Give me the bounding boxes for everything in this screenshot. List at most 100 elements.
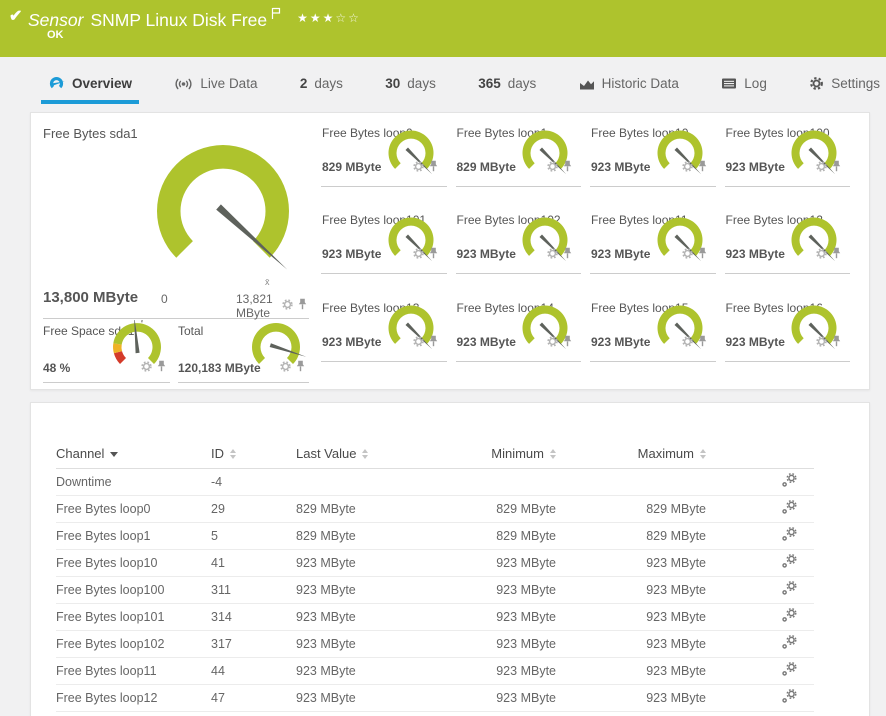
cell-last-value: 829 MByte	[296, 502, 461, 516]
table-row[interactable]: Free Bytes loop0 29 829 MByte 829 MByte …	[56, 496, 814, 523]
table-row[interactable]: Free Bytes loop11 44 923 MByte 923 MByte…	[56, 658, 814, 685]
tab-historic-data[interactable]: Historic Data	[579, 57, 679, 110]
cell-id: 311	[211, 583, 296, 597]
channel-value: 923 MByte	[322, 247, 381, 261]
stars-empty: ☆☆	[335, 11, 361, 25]
cell-last-value: 923 MByte	[296, 691, 461, 705]
cell-minimum: 923 MByte	[461, 610, 556, 624]
pin-icon[interactable]	[563, 246, 572, 264]
tab-log[interactable]: Log	[721, 57, 767, 110]
tab-30-days[interactable]: 30 days	[385, 57, 436, 110]
prtg-sensor-page: ✔ SensorSNMP Linux Disk Free★★★☆☆ OK Ove…	[0, 0, 886, 716]
cell-channel: Free Bytes loop0	[56, 502, 211, 516]
gear-icon[interactable]	[141, 359, 152, 377]
tab-overview[interactable]: Overview	[48, 57, 132, 110]
pin-icon[interactable]	[698, 159, 707, 177]
column-header-last-value[interactable]: Last Value	[296, 446, 461, 461]
tab-365-days[interactable]: 365 days	[478, 57, 536, 110]
channel-settings-icon[interactable]	[781, 608, 798, 626]
pin-icon[interactable]	[296, 359, 305, 377]
channel-settings-icon[interactable]	[781, 689, 798, 707]
pin-icon[interactable]	[832, 246, 841, 264]
cell-maximum: 923 MByte	[556, 637, 706, 651]
column-header-maximum[interactable]: Maximum	[556, 446, 706, 461]
cell-maximum: 923 MByte	[556, 691, 706, 705]
table-row[interactable]: Free Bytes loop101 314 923 MByte 923 MBy…	[56, 604, 814, 631]
channel-settings-icon[interactable]	[781, 473, 798, 491]
gauge-icon	[48, 75, 65, 92]
gear-icon[interactable]	[682, 334, 693, 352]
pin-icon[interactable]	[429, 159, 438, 177]
cell-channel: Free Bytes loop100	[56, 583, 211, 597]
pin-icon[interactable]	[563, 334, 572, 352]
pin-icon[interactable]	[698, 246, 707, 264]
cell-maximum: 923 MByte	[556, 583, 706, 597]
column-header-id[interactable]: ID	[211, 446, 296, 461]
cell-channel: Free Bytes loop101	[56, 610, 211, 624]
sensor-header: ✔ SensorSNMP Linux Disk Free★★★☆☆ OK	[0, 0, 886, 57]
gear-icon[interactable]	[816, 159, 827, 177]
table-row[interactable]: Free Bytes loop100 311 923 MByte 923 MBy…	[56, 577, 814, 604]
priority-stars[interactable]: ★★★☆☆	[297, 11, 361, 25]
pin-icon[interactable]	[429, 334, 438, 352]
gear-icon[interactable]	[816, 334, 827, 352]
gear-icon[interactable]	[547, 246, 558, 264]
historic-chart-icon	[579, 77, 595, 91]
table-row[interactable]: Free Bytes loop102 317 923 MByte 923 MBy…	[56, 631, 814, 658]
cell-id: 41	[211, 556, 296, 570]
gear-icon[interactable]	[280, 359, 291, 377]
small-gauge-cell: Free Bytes loop12 923 MByte	[725, 208, 851, 274]
tab-2-days[interactable]: 2 days	[300, 57, 343, 110]
gear-icon[interactable]	[413, 334, 424, 352]
tab-label: Live Data	[200, 76, 257, 91]
column-header-minimum[interactable]: Minimum	[461, 446, 556, 461]
tab-number: 30	[385, 76, 400, 91]
tab-label: Log	[744, 76, 767, 91]
table-row[interactable]: Free Bytes loop10 41 923 MByte 923 MByte…	[56, 550, 814, 577]
channel-settings-icon[interactable]	[781, 581, 798, 599]
small-gauge-cell: Free Bytes loop102 923 MByte	[456, 208, 582, 274]
pin-icon[interactable]	[832, 334, 841, 352]
gear-icon[interactable]	[547, 334, 558, 352]
channel-table-panel: Channel ID Last Value Minimum Maximum	[30, 402, 870, 716]
cell-minimum: 829 MByte	[461, 502, 556, 516]
channel-settings-icon[interactable]	[781, 527, 798, 545]
channel-value: 923 MByte	[591, 160, 650, 174]
pin-icon[interactable]	[698, 334, 707, 352]
cell-maximum: 923 MByte	[556, 664, 706, 678]
gear-icon[interactable]	[682, 246, 693, 264]
sort-icon	[362, 449, 368, 459]
tab-settings[interactable]: Settings	[809, 57, 880, 110]
gear-icon	[809, 76, 824, 91]
cell-channel: Free Bytes loop12	[56, 691, 211, 705]
tab-label: days	[508, 76, 537, 91]
pin-icon[interactable]	[157, 359, 166, 377]
gear-icon[interactable]	[547, 159, 558, 177]
gear-icon[interactable]	[682, 159, 693, 177]
gauges-panel: Free Bytes sda1 x̄ 0 13,821 MByte 13,800…	[30, 112, 870, 390]
priority-flag-icon[interactable]	[271, 4, 281, 25]
table-row[interactable]: Free Bytes loop12 47 923 MByte 923 MByte…	[56, 685, 814, 712]
table-row[interactable]: Free Bytes loop1 5 829 MByte 829 MByte 8…	[56, 523, 814, 550]
cell-minimum: 923 MByte	[461, 691, 556, 705]
pin-icon[interactable]	[832, 159, 841, 177]
gauge-min-label: 0	[161, 292, 168, 306]
cell-last-value: 923 MByte	[296, 583, 461, 597]
gear-icon[interactable]	[413, 246, 424, 264]
channel-settings-icon[interactable]	[781, 662, 798, 680]
gear-icon[interactable]	[816, 246, 827, 264]
column-header-channel[interactable]: Channel	[56, 446, 211, 461]
channel-settings-icon[interactable]	[781, 635, 798, 653]
table-row[interactable]: Downtime -4	[56, 469, 814, 496]
channel-settings-icon[interactable]	[781, 554, 798, 572]
tab-number: 2	[300, 76, 308, 91]
tab-live-data[interactable]: Live Data	[174, 57, 257, 110]
pin-icon[interactable]	[563, 159, 572, 177]
channel-settings-icon[interactable]	[781, 500, 798, 518]
pin-icon[interactable]	[298, 297, 307, 315]
gear-icon[interactable]	[413, 159, 424, 177]
sort-desc-icon	[110, 452, 118, 457]
pin-icon[interactable]	[429, 246, 438, 264]
gear-icon[interactable]	[282, 297, 293, 315]
status-badge: OK	[47, 29, 64, 41]
